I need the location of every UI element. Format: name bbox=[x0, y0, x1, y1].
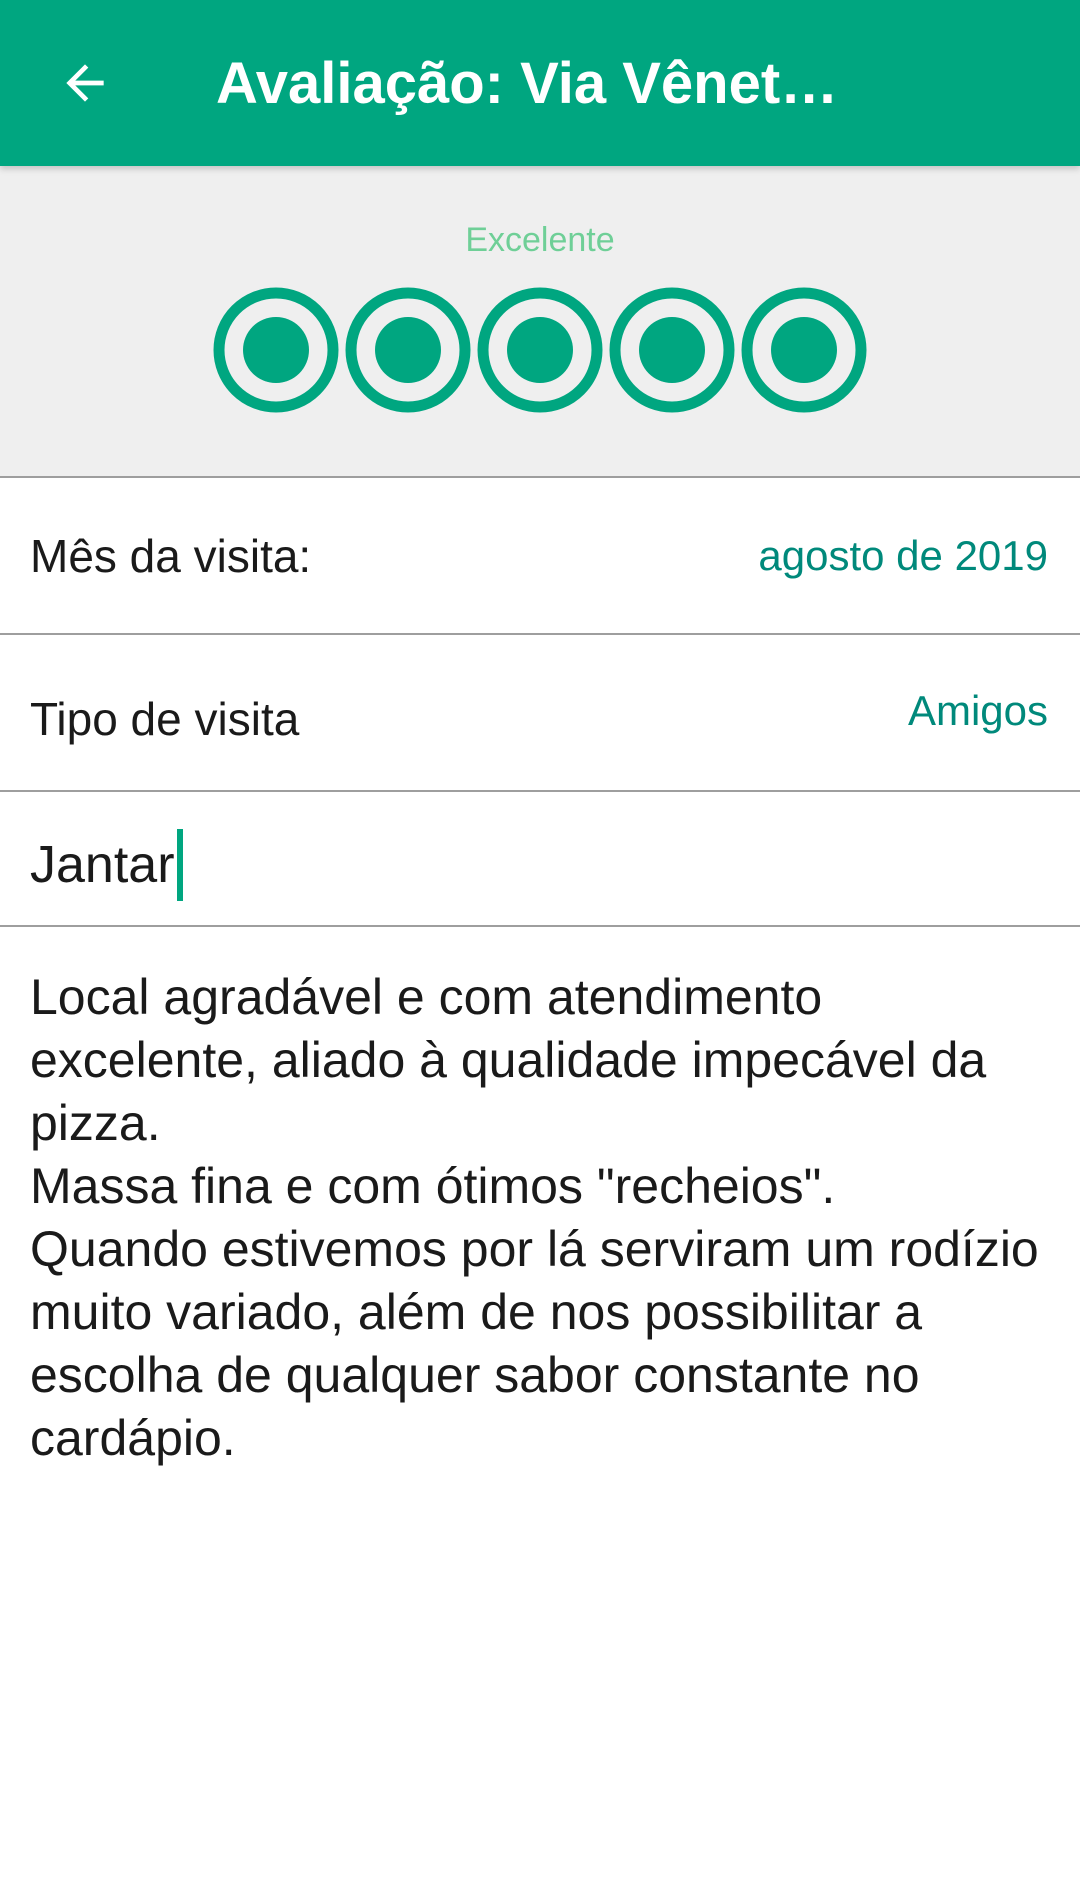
rating-bubble-3[interactable] bbox=[476, 286, 604, 414]
visit-type-label: Tipo de visita bbox=[30, 693, 300, 745]
rating-bubbles[interactable] bbox=[212, 286, 868, 416]
rating-bubble-icon bbox=[213, 287, 339, 413]
rating-bubble-4[interactable] bbox=[608, 286, 736, 414]
review-text-field[interactable]: Local agradável e com atendimento excele… bbox=[30, 966, 1060, 1470]
rating-bubble-icon bbox=[477, 287, 603, 413]
rating-bubble-icon bbox=[609, 287, 735, 413]
review-title-row[interactable]: Jantar bbox=[0, 792, 1080, 927]
rating-bubble-1[interactable] bbox=[212, 286, 340, 414]
visit-month-label: Mês da visita: bbox=[30, 530, 312, 582]
visit-type-value[interactable]: Amigos bbox=[908, 683, 1048, 739]
review-title-input[interactable]: Jantar bbox=[30, 828, 183, 902]
rating-label: Excelente bbox=[465, 221, 615, 259]
rating-panel: Excelente bbox=[0, 166, 1080, 478]
rating-bubble-2[interactable] bbox=[344, 286, 472, 414]
rating-bubble-icon bbox=[741, 287, 867, 413]
arrow-left-icon bbox=[66, 64, 104, 102]
review-title-text: Jantar bbox=[30, 836, 175, 894]
page-title: Avaliação: Via Vênet… bbox=[216, 51, 839, 116]
text-cursor bbox=[176, 829, 183, 901]
visit-month-row[interactable]: Mês da visita: agosto de 2019 bbox=[0, 478, 1080, 635]
app-bar: Avaliação: Via Vênet… bbox=[0, 0, 1080, 166]
back-button[interactable] bbox=[40, 38, 130, 128]
visit-month-value[interactable]: agosto de 2019 bbox=[758, 528, 1048, 584]
visit-type-row[interactable]: Tipo de visita Amigos bbox=[0, 635, 1080, 792]
rating-bubble-icon bbox=[345, 287, 471, 413]
rating-bubble-5[interactable] bbox=[740, 286, 868, 414]
